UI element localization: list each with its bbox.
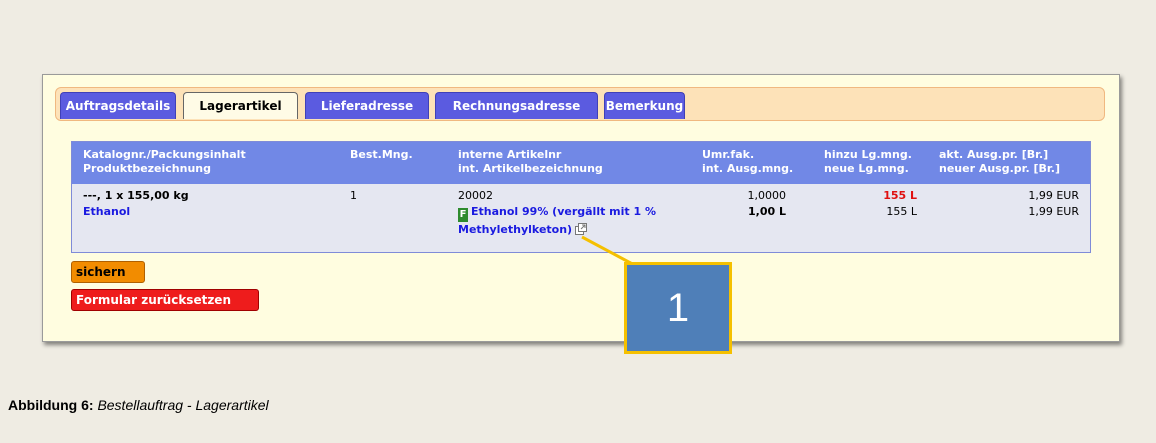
tab-rechnungsadresse[interactable]: Rechnungsadresse (435, 92, 598, 119)
figure-caption: Abbildung 6: Bestellauftrag - Lagerartik… (8, 397, 269, 413)
tab-bemerkung[interactable]: Bemerkung (604, 92, 685, 119)
flammable-badge: F (458, 208, 468, 222)
header-stock: hinzu Lg.mng. neue Lg.mng. (824, 148, 912, 175)
internal-article-cell: 20002 F Ethanol 99% (vergällt mit 1 % Met… (458, 188, 656, 238)
tab-lagerartikel[interactable]: Lagerartikel (183, 92, 298, 119)
internal-article-name-link[interactable]: Ethanol 99% (vergällt mit 1 % (471, 205, 656, 218)
price-cell: 1,99 EUR 1,99 EUR (962, 188, 1079, 220)
header-conversion: Umr.fak. int. Ausg.mng. (702, 148, 794, 175)
internal-article-name-link-cont[interactable]: Methylethylketon) (458, 223, 572, 236)
header-internal-article: interne Artikelnr int. Artikelbezeichnun… (458, 148, 603, 175)
header-price: akt. Ausg.pr. [Br.] neuer Ausg.pr. [Br.] (939, 148, 1060, 175)
header-order-qty: Best.Mng. (350, 148, 413, 161)
order-qty: 1 (350, 189, 357, 202)
order-form-panel: Auftragsdetails Lagerartikel Lieferadres… (42, 74, 1120, 342)
product-name-link[interactable]: Ethanol (83, 204, 189, 220)
stock-cell: 155 L 155 L (842, 188, 917, 220)
tab-bar: Auftragsdetails Lagerartikel Lieferadres… (55, 87, 1105, 121)
internal-article-no: 20002 (458, 189, 493, 202)
tab-lieferadresse[interactable]: Lieferadresse (305, 92, 429, 119)
external-link-icon[interactable] (575, 223, 588, 235)
table-header: Katalognr./Packungsinhalt Produktbezeich… (72, 142, 1090, 184)
caption-text: Bestellauftrag - Lagerartikel (97, 397, 269, 413)
save-button[interactable]: sichern (71, 261, 145, 283)
catalog-packing: ---, 1 x 155,00 kg (83, 189, 189, 202)
add-stock-qty: 155 L (883, 189, 917, 202)
new-stock-qty: 155 L (886, 205, 917, 218)
conversion-cell: 1,0000 1,00 L (712, 188, 787, 220)
header-catalog: Katalognr./Packungsinhalt Produktbezeich… (83, 148, 246, 175)
conversion-factor: 1,0000 (747, 189, 787, 202)
internal-issue-qty: 1,00 L (748, 205, 786, 218)
reset-form-button[interactable]: Formular zurücksetzen (71, 289, 259, 311)
tab-auftragsdetails[interactable]: Auftragsdetails (60, 92, 176, 119)
catalog-cell: ---, 1 x 155,00 kg Ethanol (83, 188, 189, 220)
new-issue-price: 1,99 EUR (1028, 205, 1079, 218)
callout-marker: 1 (624, 262, 732, 354)
caption-label: Abbildung 6: (8, 397, 94, 413)
current-issue-price: 1,99 EUR (1028, 189, 1079, 202)
article-table: Katalognr./Packungsinhalt Produktbezeich… (71, 141, 1091, 253)
